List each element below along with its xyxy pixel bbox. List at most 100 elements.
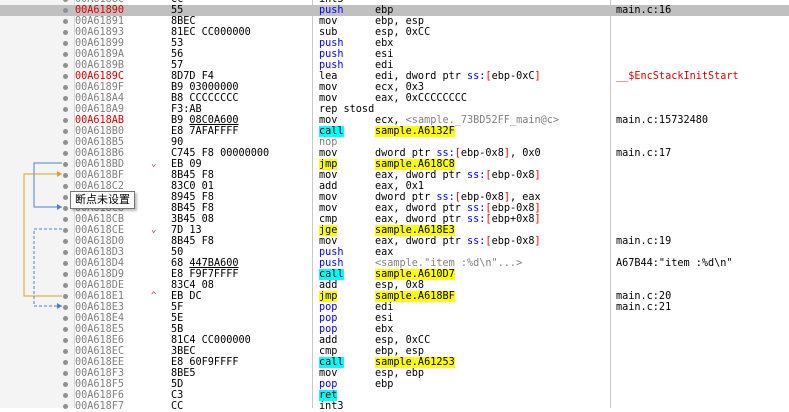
breakpoint-dot[interactable] [63,151,68,156]
disassembly-view[interactable]: 00A6188CCCint300A6189055pushebpmain.c:16… [0,0,789,412]
disasm-row[interactable]: 00A618D0 8B45 F8 mov eax, dword ptr ss:[ebp… [0,236,789,247]
instruction-bytes: 8B45 F8 [171,170,214,181]
disasm-row[interactable]: 00A61893 81EC CC000000 sub esp, 0xCC [0,27,789,38]
breakpoint-dot[interactable] [63,228,68,233]
jump-down-icon: ⌄ [151,225,157,235]
breakpoint-dot[interactable] [63,371,68,376]
breakpoint-dot[interactable] [63,239,68,244]
breakpoint-dot[interactable] [63,393,68,398]
instruction-bytes: 8B45 F8 [171,236,214,247]
breakpoint-dot[interactable] [63,250,68,255]
breakpoint-dot[interactable] [63,129,68,134]
breakpoint-dot[interactable] [63,96,68,101]
disasm-row[interactable]: 00A618EE E8 60F9FFFF call sample.A61253 [0,357,789,368]
disasm-row[interactable]: 00A618BD ⌄ EB 09 jmp sample.A618C8 [0,159,789,170]
breakpoint-dot[interactable] [63,184,68,189]
breakpoint-dot[interactable] [63,140,68,145]
breakpoint-dot[interactable] [63,382,68,387]
disasm-row[interactable]: 00A618B0 E8 7AFAFFFF call sample.A6132F [0,126,789,137]
disasm-row[interactable]: 00A618D3 50 push eax [0,247,789,258]
disasm-row[interactable]: 00A6189F B9 03000000 mov ecx, 0x3 [0,82,789,93]
breakpoint-dot[interactable] [63,404,68,409]
operands: edi [375,60,394,71]
breakpoint-dot[interactable] [63,107,68,112]
breakpoint-dot[interactable] [63,41,68,46]
operands [375,104,611,115]
disasm-row[interactable]: 00A618F6 C3 ret [0,390,789,401]
breakpoint-dot[interactable] [63,217,68,222]
breakpoint-dot[interactable] [63,118,68,123]
disasm-row[interactable]: 00A618F7 CC int3 [0,401,789,412]
breakpoint-dot[interactable] [63,85,68,90]
breakpoint-dot[interactable] [63,261,68,266]
breakpoint-dot[interactable] [63,272,68,277]
operands [375,401,611,412]
operands [375,390,611,401]
mnemonic: add [319,335,338,346]
mnemonic: mov [319,192,338,203]
disasm-row[interactable]: 00A618B6 C745 F8 00000000 mov dword ptr ss:… [0,148,789,159]
breakpoint-dot[interactable] [63,8,68,13]
breakpoint-dot[interactable] [63,0,68,2]
comment [616,203,789,214]
disasm-row[interactable]: 00A618B5 90 nop [0,137,789,148]
breakpoint-dot[interactable] [63,316,68,321]
disasm-row[interactable]: 00A618CE ⌄ 7D 13 jge sample.A618E3 [0,225,789,236]
disasm-row[interactable]: 00A61891 8BEC mov ebp, esp [0,16,789,27]
disasm-row[interactable]: 00A618EC 3BEC cmp ebp, esp [0,346,789,357]
breakpoint-dot[interactable] [63,294,68,299]
disasm-row[interactable]: 00A6189B 57 push edi [0,60,789,71]
mnemonic: int3 [319,401,344,412]
disasm-row[interactable]: 00A618F3 8BE5 mov esp, ebp [0,368,789,379]
comment [616,214,789,225]
instruction-bytes: 3BEC [171,346,196,357]
operands: sample.A618BF [375,291,455,302]
breakpoint-dot[interactable] [63,30,68,35]
disasm-row[interactable]: 00A618E6 81C4 CC000000 add esp, 0xCC [0,335,789,346]
breakpoint-dot[interactable] [63,19,68,24]
disasm-row[interactable]: 00A618F5 5D pop ebp [0,379,789,390]
breakpoint-dot[interactable] [63,338,68,343]
disasm-row[interactable]: 00A618E1 ^ EB DC jmp sample.A618BF main.c:20 [0,291,789,302]
mnemonic: push [319,247,344,258]
comment [616,104,789,115]
comment: A67B44:"item :%d\n" [616,258,733,269]
operands: esi [375,313,394,324]
disasm-row[interactable]: 00A618D9 E8 F9F7FFFF call sample.A610D7 [0,269,789,280]
breakpoint-dot[interactable] [63,283,68,288]
disasm-row[interactable]: 00A61899 53 push ebx [0,38,789,49]
operands: esp, 0x8 [375,280,425,291]
disasm-row[interactable]: 00A618AB B9 08C0A600 mov ecx, <sample._73BD… [0,115,789,126]
breakpoint-dot[interactable] [63,195,68,200]
breakpoint-dot[interactable] [63,74,68,79]
disasm-row[interactable]: 00A618E4 5E pop esi [0,313,789,324]
breakpoint-dot[interactable] [63,327,68,332]
mnemonic: ret [319,390,338,401]
breakpoint-dot[interactable] [63,173,68,178]
breakpoint-dot[interactable] [63,63,68,68]
breakpoint-dot[interactable] [63,206,68,211]
mnemonic: call [319,357,344,368]
instruction-bytes: B9 08C0A600 [171,115,239,126]
disasm-row[interactable]: 00A618A9 F3:AB rep stosd [0,104,789,115]
comment [616,247,789,258]
disasm-row[interactable]: 00A618DE 83C4 08 add esp, 0x8 [0,280,789,291]
disasm-row[interactable]: 00A61890 55 push ebp main.c:16 [0,5,789,16]
disasm-row[interactable]: 00A6189C 8D7D F4 lea edi, dword ptr ss:[ebp… [0,71,789,82]
disasm-row[interactable]: 00A6189A 56 push esi [0,49,789,60]
breakpoint-dot[interactable] [63,349,68,354]
instruction-bytes: 7D 13 [171,225,202,236]
disasm-row[interactable]: 00A618BF 8B45 F8 mov eax, dword ptr ss:[ebp… [0,170,789,181]
disasm-row[interactable]: 00A618E5 5B pop ebx [0,324,789,335]
breakpoint-dot[interactable] [63,52,68,57]
disasm-row[interactable]: 00A618E3 5F pop edi main.c:21 [0,302,789,313]
disasm-row[interactable]: 00A618A4 B8 CCCCCCCC mov eax, 0xCCCCCCCC [0,93,789,104]
disasm-row[interactable]: 00A618CB 3B45 08 cmp eax, dword ptr ss:[ebp… [0,214,789,225]
mnemonic: mov [319,93,338,104]
breakpoint-dot[interactable] [63,360,68,365]
instruction-bytes: 53 [171,38,184,49]
operands: ecx, 0x3 [375,82,425,93]
breakpoint-dot[interactable] [63,162,68,167]
breakpoint-dot[interactable] [63,305,68,310]
disasm-row[interactable]: 00A618D4 68 447BA600 push <sample."item :%d… [0,258,789,269]
